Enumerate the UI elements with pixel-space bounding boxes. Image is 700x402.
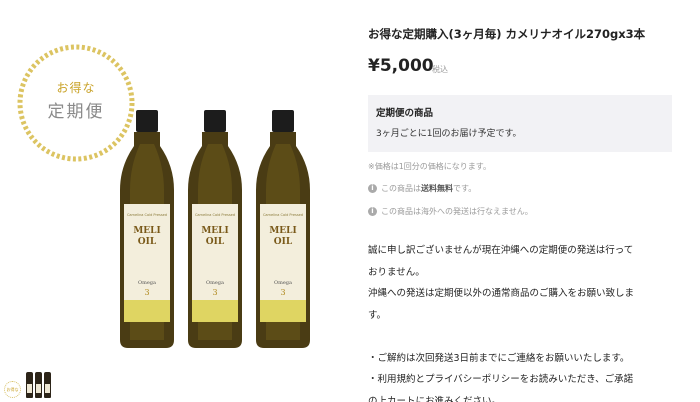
bottle-label-oil: OIL [274, 237, 293, 247]
description-line: おりません。 [368, 266, 425, 278]
thumbnail-bottle [35, 372, 42, 398]
bottle-label-top: Camelina Cold Pressed [127, 213, 167, 217]
shipping-note-post: です。 [453, 184, 477, 193]
thumbnail-bottles[interactable] [26, 372, 51, 398]
product-image[interactable]: Camelina Cold Pressed MELI OIL Omega 3 C… [112, 104, 322, 354]
bottle-label-oil: OIL [138, 237, 157, 247]
description-line: ・利用規約とプライバシーポリシーをお読みいただき、ご承諾 [368, 374, 634, 385]
description-line: 沖縄への発送は定期便以外の通常商品のご購入をお願い致しま [368, 288, 635, 299]
info-icon: i [368, 207, 377, 216]
bottle-label-brand: MELI [133, 226, 160, 236]
subscription-description: 3ヶ月ごとに1回のお届け予定です。 [376, 129, 522, 139]
bottle-label-number: 3 [280, 288, 285, 297]
bottle-label-oil: OIL [206, 237, 225, 247]
bottle-3: Camelina Cold Pressed MELI OIL Omega 3 [256, 110, 310, 348]
bottle-2: Camelina Cold Pressed MELI OIL Omega 3 [188, 110, 242, 348]
bottle-label-number: 3 [212, 288, 217, 297]
bottle-label-top: Camelina Cold Pressed [263, 213, 303, 217]
overseas-note: i この商品は海外への発送は行なえません。 [368, 206, 533, 217]
product-description: 誠に申し訳ございませんが現在沖縄への定期便の発送は行って おりません。 沖縄への… [368, 240, 678, 402]
bottle-label-omega: Omega [138, 280, 156, 286]
product-price: ¥5,000 [368, 56, 434, 76]
product-gallery: お得な 定期便 Camelina Cold Pressed MELI OIL O… [0, 0, 345, 402]
thumbnail-bottle [26, 372, 33, 398]
shipping-note: i この商品は 送料無料 です。 [368, 183, 476, 194]
overseas-note-text: この商品は海外への発送は行なえません。 [381, 207, 533, 216]
bottle-label-omega: Omega [206, 280, 224, 286]
subscription-heading: 定期便の商品 [376, 108, 434, 119]
description-line: ・ご解約は次回発送3日前までにご連絡をお願いいたします。 [368, 352, 630, 364]
shipping-note-pre: この商品は [381, 184, 421, 193]
bottle-label-top: Camelina Cold Pressed [195, 213, 235, 217]
info-icon: i [368, 184, 377, 193]
description-line: 誠に申し訳ございませんが現在沖縄への定期便の発送は行って [368, 245, 634, 256]
bottle-label-brand: MELI [269, 226, 296, 236]
thumbnail-badge[interactable]: お得な定期便 [4, 381, 21, 398]
subscription-box: 定期便の商品 3ヶ月ごとに1回のお届け予定です。 [368, 95, 672, 152]
bottle-1: Camelina Cold Pressed MELI OIL Omega 3 [120, 110, 174, 348]
badge-text-line1: お得な [56, 81, 96, 95]
bottle-label-omega: Omega [274, 280, 292, 286]
description-line: す。 [368, 309, 387, 321]
bottle-label-number: 3 [144, 288, 149, 297]
shipping-note-free: 送料無料 [421, 184, 453, 193]
thumbnail-strip: お得な定期便 [4, 372, 51, 398]
description-line: の上カートにお進みください。 [368, 395, 502, 402]
product-title: お得な定期購入(3ヶ月毎) カメリナオイル270gx3本 [368, 27, 646, 41]
thumbnail-bottle [44, 372, 51, 398]
bottle-label-brand: MELI [201, 226, 228, 236]
tax-label: 税込 [432, 65, 448, 74]
price-note: ※価格は1回分の価格になります。 [368, 162, 491, 171]
